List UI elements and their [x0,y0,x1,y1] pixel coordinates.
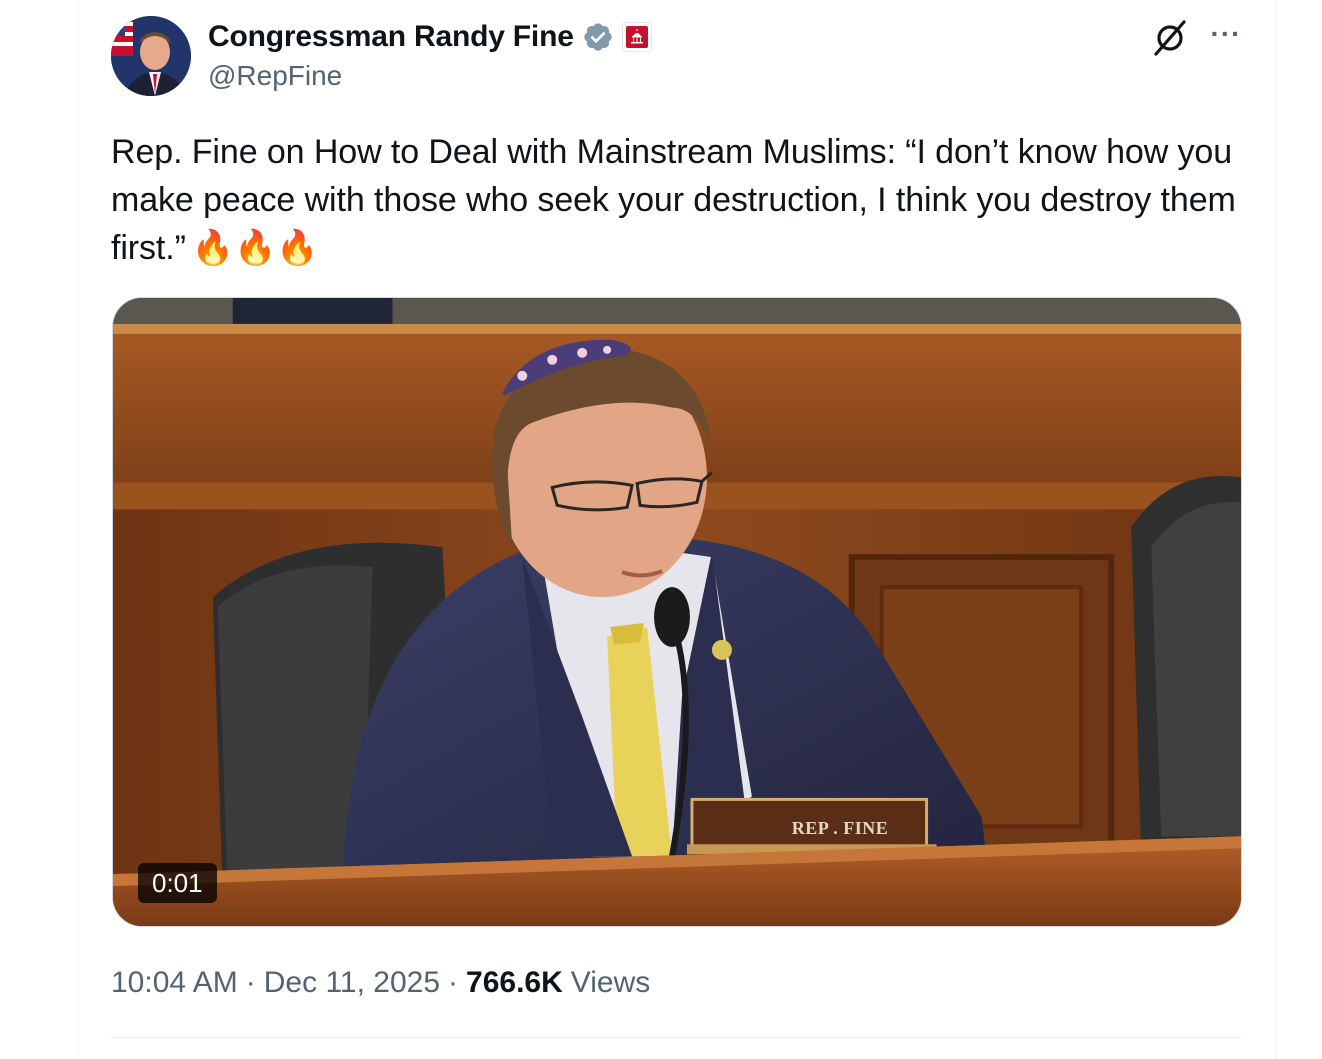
grok-icon[interactable] [1150,18,1190,58]
divider [111,1037,1241,1038]
verified-badge-icon[interactable] [582,21,614,53]
meta-separator: · [245,966,256,999]
tweet-date[interactable]: Dec 11, 2025 [264,966,440,1000]
tweet-time[interactable]: 10:04 AM [111,966,238,1000]
author-handle[interactable]: @RepFine [208,60,342,92]
video-duration-badge: 0:01 [138,863,217,903]
video-frame [113,298,1241,926]
views-label[interactable]: Views [571,966,650,1000]
author-avatar[interactable] [111,16,191,96]
author-display-name[interactable]: Congressman Randy Fine [208,20,574,54]
tweet-meta: 10:04 AM · Dec 11, 2025 · 766.6K Views [111,963,650,1003]
avatar-photo [111,16,191,96]
tweet-text: Rep. Fine on How to Deal with Mainstream… [111,128,1241,272]
fire-emoji: 🔥🔥🔥 [191,229,319,267]
nameplate-label: REP . FINE [791,818,889,838]
meta-separator: · [448,966,459,999]
views-count[interactable]: 766.6K [466,966,563,1000]
more-options-icon[interactable]: ··· [1206,20,1246,50]
capitol-icon [625,26,648,48]
government-affiliation-badge[interactable] [621,22,652,52]
video-player[interactable]: REP . FINE 0:01 [112,297,1242,927]
author-name-row: Congressman Randy Fine [208,18,652,56]
